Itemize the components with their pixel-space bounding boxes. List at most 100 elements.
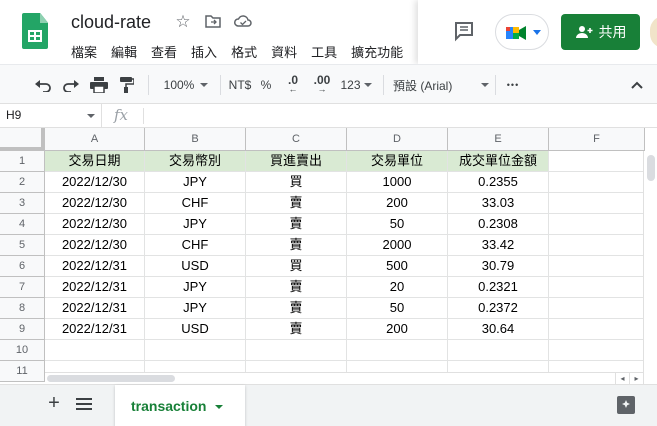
percent-format-button[interactable]: % <box>257 73 275 97</box>
row-header-6[interactable]: 6 <box>0 256 45 277</box>
cell-d3[interactable]: 200 <box>347 193 448 214</box>
cell-f6[interactable] <box>549 256 645 277</box>
explore-icon[interactable] <box>617 396 635 414</box>
cell-c3[interactable]: 賣 <box>246 193 347 214</box>
sheets-logo-icon[interactable] <box>22 13 48 49</box>
comment-history-icon[interactable] <box>453 20 475 42</box>
column-header-f[interactable]: F <box>549 128 645 151</box>
row-header-8[interactable]: 8 <box>0 298 45 319</box>
undo-icon[interactable] <box>32 73 54 97</box>
cell-b6[interactable]: USD <box>145 256 246 277</box>
cell-d2[interactable]: 1000 <box>347 172 448 193</box>
document-title[interactable]: cloud-rate <box>71 12 151 33</box>
cell-b3[interactable]: CHF <box>145 193 246 214</box>
vertical-scrollbar[interactable] <box>643 151 657 384</box>
add-sheet-button[interactable]: + <box>44 393 64 415</box>
currency-format-button[interactable]: NT$ <box>226 73 254 97</box>
column-header-c[interactable]: C <box>246 128 347 151</box>
column-header-a[interactable]: A <box>45 128 145 151</box>
cell-a3[interactable]: 2022/12/30 <box>45 193 145 214</box>
cell-c10[interactable] <box>246 340 347 361</box>
cell-d4[interactable]: 50 <box>347 214 448 235</box>
menu-file[interactable]: 檔案 <box>64 40 104 63</box>
horizontal-scroll-thumb[interactable] <box>47 375 175 382</box>
formula-input[interactable] <box>150 108 650 124</box>
row-header-2[interactable]: 2 <box>0 172 45 193</box>
cell-a9[interactable]: 2022/12/31 <box>45 319 145 340</box>
cell-b7[interactable]: JPY <box>145 277 246 298</box>
cell-f4[interactable] <box>549 214 645 235</box>
cell-c9[interactable]: 賣 <box>246 319 347 340</box>
cell-b4[interactable]: JPY <box>145 214 246 235</box>
row-header-7[interactable]: 7 <box>0 277 45 298</box>
cell-e1[interactable]: 成交單位金額 <box>448 151 549 172</box>
cell-e3[interactable]: 33.03 <box>448 193 549 214</box>
cell-b5[interactable]: CHF <box>145 235 246 256</box>
cell-c7[interactable]: 賣 <box>246 277 347 298</box>
paint-format-icon[interactable] <box>116 73 138 97</box>
sheet-tab-transaction[interactable]: transaction <box>115 385 245 426</box>
cell-d10[interactable] <box>347 340 448 361</box>
cell-a5[interactable]: 2022/12/30 <box>45 235 145 256</box>
meet-button[interactable] <box>495 14 549 50</box>
cell-e2[interactable]: 0.2355 <box>448 172 549 193</box>
cell-b10[interactable] <box>145 340 246 361</box>
menu-format[interactable]: 格式 <box>224 40 264 63</box>
cell-f3[interactable] <box>549 193 645 214</box>
cell-d6[interactable]: 500 <box>347 256 448 277</box>
cell-e7[interactable]: 0.2321 <box>448 277 549 298</box>
column-header-d[interactable]: D <box>347 128 448 151</box>
select-all-corner[interactable] <box>0 128 45 151</box>
horizontal-scrollbar[interactable]: ◂ ▸ <box>45 372 643 384</box>
cell-d5[interactable]: 2000 <box>347 235 448 256</box>
row-header-1[interactable]: 1 <box>0 151 45 172</box>
menu-tools[interactable]: 工具 <box>304 40 344 63</box>
zoom-select[interactable]: 100% <box>158 73 214 97</box>
cell-b8[interactable]: JPY <box>145 298 246 319</box>
row-header-10[interactable]: 10 <box>0 340 45 361</box>
increase-decimal-button[interactable]: .00 → <box>309 73 335 97</box>
collapse-menus-icon[interactable] <box>626 73 648 97</box>
print-icon[interactable] <box>88 73 110 97</box>
cell-a2[interactable]: 2022/12/30 <box>45 172 145 193</box>
cell-d9[interactable]: 200 <box>347 319 448 340</box>
cell-c8[interactable]: 賣 <box>246 298 347 319</box>
cell-b1[interactable]: 交易幣別 <box>145 151 246 172</box>
column-header-b[interactable]: B <box>145 128 246 151</box>
cell-f10[interactable] <box>549 340 645 361</box>
chevron-down-icon[interactable] <box>215 405 224 410</box>
cell-a1[interactable]: 交易日期 <box>45 151 145 172</box>
more-options-button[interactable]: ••• <box>502 73 524 97</box>
share-button[interactable]: 共用 <box>561 14 640 50</box>
cell-f8[interactable] <box>549 298 645 319</box>
move-folder-icon[interactable] <box>203 12 223 32</box>
cell-e9[interactable]: 30.64 <box>448 319 549 340</box>
font-select[interactable]: 預設 (Arial) <box>393 73 489 97</box>
cell-a10[interactable] <box>45 340 145 361</box>
cell-c6[interactable]: 買 <box>246 256 347 277</box>
menu-edit[interactable]: 編輯 <box>104 40 144 63</box>
number-format-select[interactable]: 123 <box>338 73 374 97</box>
cell-d1[interactable]: 交易單位 <box>347 151 448 172</box>
all-sheets-icon[interactable] <box>76 397 92 411</box>
decrease-decimal-button[interactable]: .0 ← <box>280 73 306 97</box>
avatar[interactable] <box>650 16 657 48</box>
cell-f7[interactable] <box>549 277 645 298</box>
cell-f5[interactable] <box>549 235 645 256</box>
menu-insert[interactable]: 插入 <box>184 40 224 63</box>
cell-e4[interactable]: 0.2308 <box>448 214 549 235</box>
cell-b9[interactable]: USD <box>145 319 246 340</box>
cell-c2[interactable]: 買 <box>246 172 347 193</box>
cell-a6[interactable]: 2022/12/31 <box>45 256 145 277</box>
star-icon[interactable]: ☆ <box>173 12 193 32</box>
cell-c4[interactable]: 賣 <box>246 214 347 235</box>
cell-e6[interactable]: 30.79 <box>448 256 549 277</box>
cloud-status-icon[interactable] <box>233 12 253 32</box>
cell-f2[interactable] <box>549 172 645 193</box>
menu-data[interactable]: 資料 <box>264 40 304 63</box>
cell-e10[interactable] <box>448 340 549 361</box>
vertical-scroll-thumb[interactable] <box>647 155 655 181</box>
scroll-right-icon[interactable]: ▸ <box>629 373 643 384</box>
row-header-5[interactable]: 5 <box>0 235 45 256</box>
cell-c5[interactable]: 賣 <box>246 235 347 256</box>
